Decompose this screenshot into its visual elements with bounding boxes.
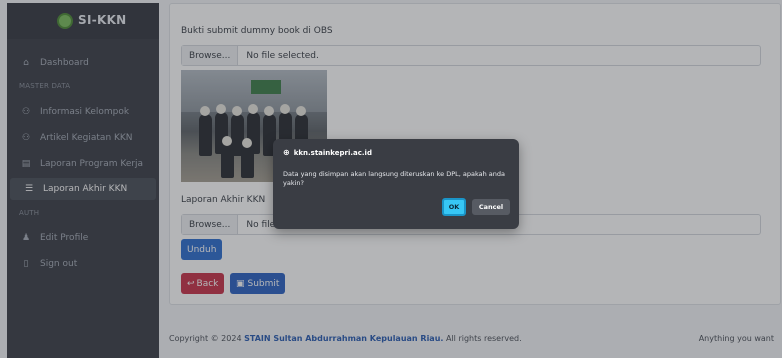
dialog-origin: ⊕ kkn.stainkepri.ac.id xyxy=(283,148,372,157)
dialog-message: Data yang disimpan akan langsung diterus… xyxy=(283,170,506,188)
dialog-cancel-label: Cancel xyxy=(478,203,504,211)
dialog-origin-text: kkn.stainkepri.ac.id xyxy=(293,148,372,157)
dialog-ok-button[interactable]: OK xyxy=(442,198,466,216)
globe-icon: ⊕ xyxy=(283,148,290,157)
dialog-cancel-button[interactable]: Cancel xyxy=(472,199,510,215)
confirm-dialog: ⊕ kkn.stainkepri.ac.id Data yang disimpa… xyxy=(273,139,519,229)
dialog-ok-label: OK xyxy=(448,203,460,211)
